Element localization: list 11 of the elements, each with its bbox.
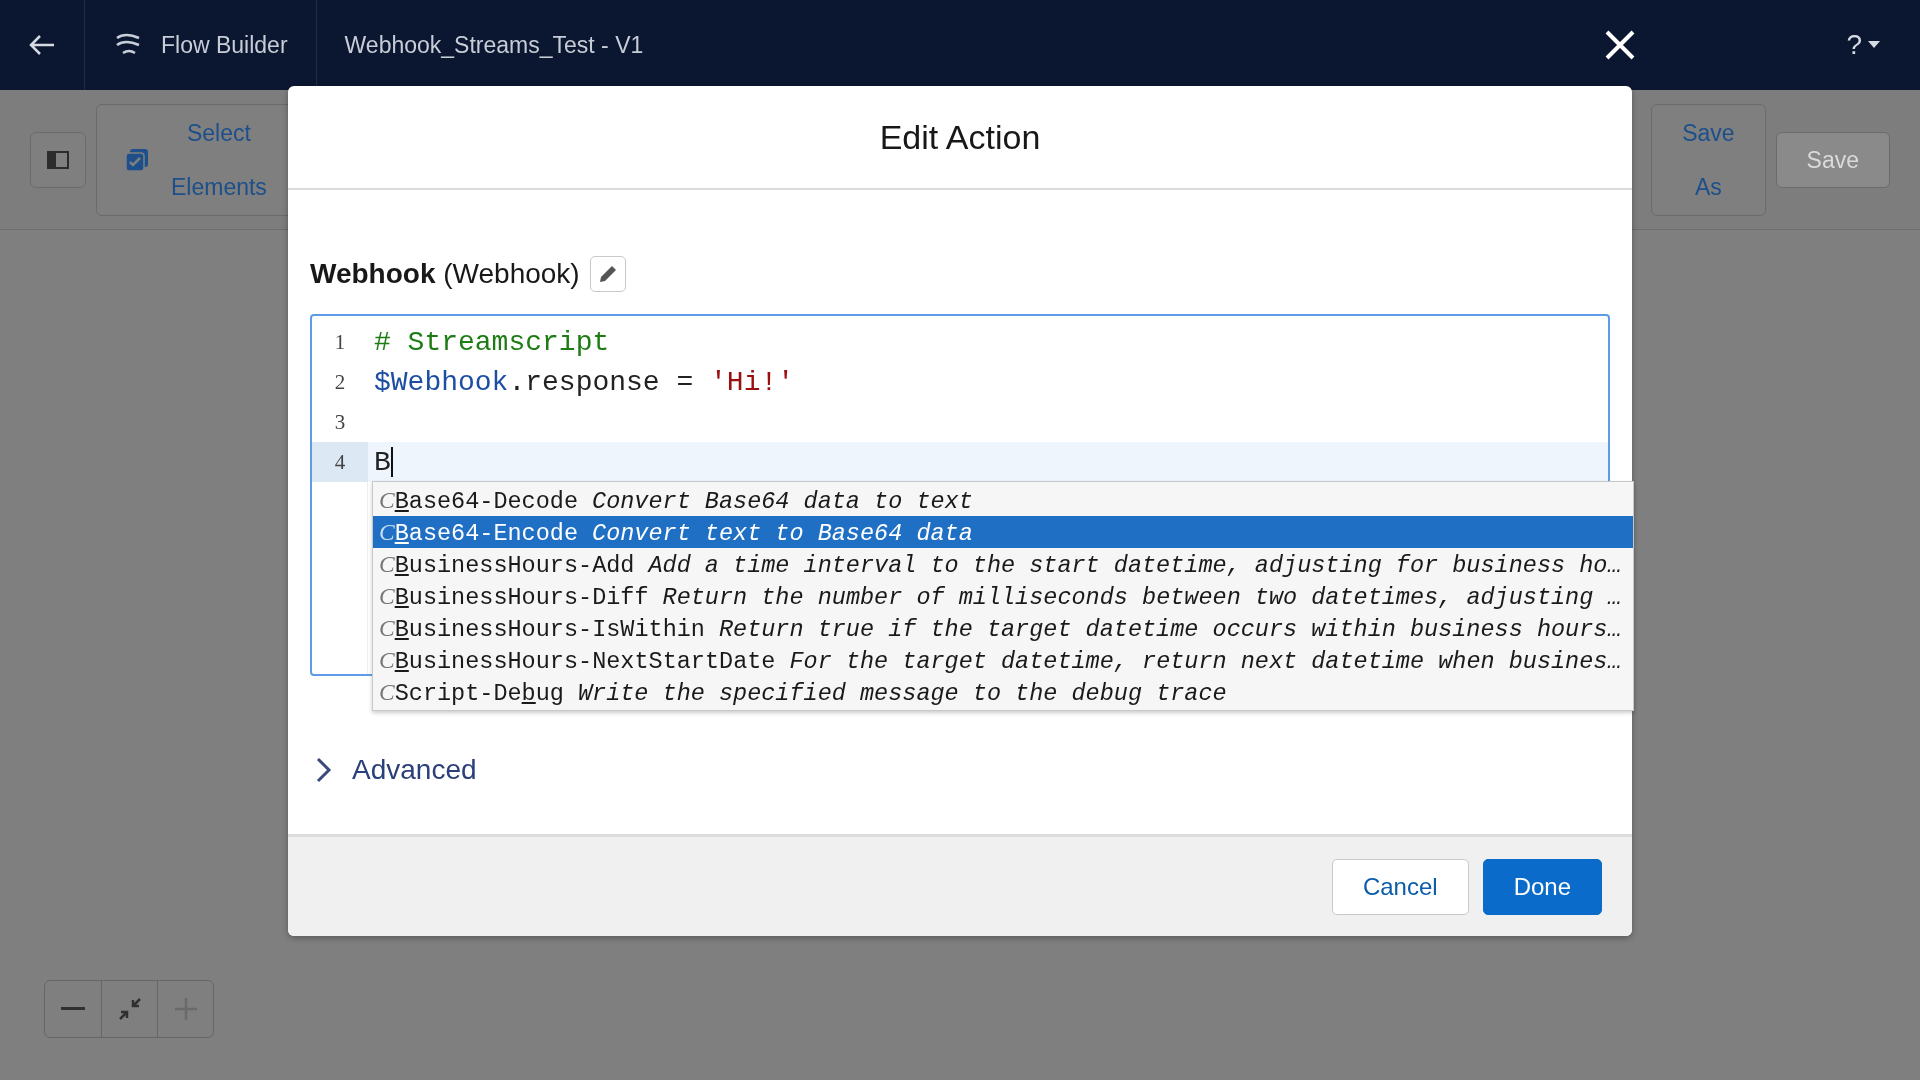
flow-title: Webhook_Streams_Test - V1	[344, 31, 644, 59]
line-number: 4	[312, 442, 368, 482]
code-line: B	[373, 446, 393, 478]
line-number: 1	[333, 328, 347, 356]
dialog-title: Edit Action	[288, 86, 1632, 190]
app-name: Flow Builder	[161, 31, 288, 59]
line-number: 2	[333, 368, 347, 396]
code-line: # Streamscript	[373, 326, 610, 358]
action-title: Webhook (Webhook)	[310, 258, 580, 290]
code-line: $Webhook.response = 'Hi!'	[373, 366, 795, 398]
line-number: 3	[333, 408, 347, 436]
